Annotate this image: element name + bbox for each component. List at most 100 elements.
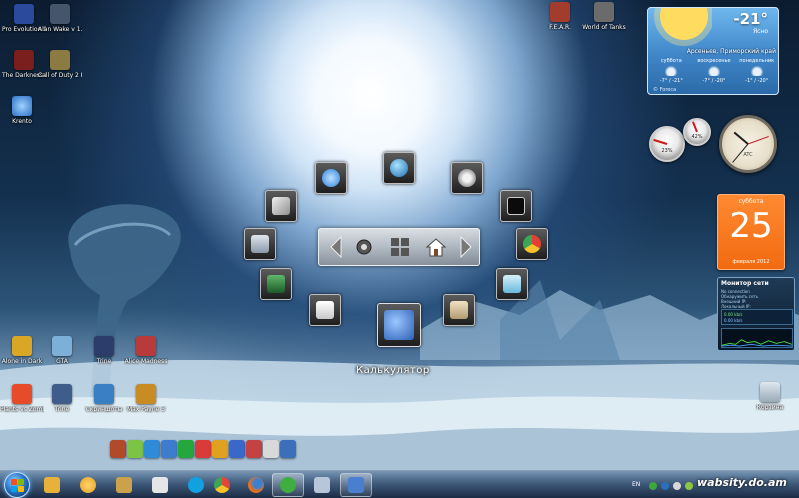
desktop-icon-cod2[interactable]: Call of Duty 2 Enhanced E... [38, 50, 82, 79]
dock-app-icon[interactable] [229, 440, 245, 458]
weather-source: © Foreca [653, 87, 677, 93]
folder-icon [44, 477, 60, 493]
calendar-day-number: 25 [729, 206, 773, 246]
taskbar-app[interactable] [306, 473, 338, 497]
desktop-icon-screenshots[interactable]: Скриншоты [82, 384, 126, 413]
launcher-picture[interactable] [260, 268, 292, 300]
desktop-icon-alan-wake[interactable]: Alan Wake v 1.00.16.12... [38, 4, 82, 33]
language-indicator[interactable]: EN [632, 481, 640, 488]
game-icon [550, 2, 570, 22]
taskbar-window[interactable] [340, 473, 372, 497]
launcher-prev-button[interactable] [321, 233, 351, 261]
dock-app-icon[interactable] [144, 440, 160, 458]
arrow-right-icon [460, 236, 472, 258]
desktop-icon-recycle-bin[interactable]: Корзина [748, 382, 792, 411]
launcher-document[interactable] [309, 294, 341, 326]
desktop-icon-krento[interactable]: Krento [0, 96, 44, 125]
game-icon [50, 4, 70, 24]
launcher-tools[interactable] [265, 190, 297, 222]
gear-icon [458, 169, 476, 187]
start-button[interactable] [4, 472, 30, 498]
tray-security-icon[interactable] [685, 482, 693, 490]
network-monitor-title: Монитор сети [721, 280, 769, 287]
launcher-settings-button[interactable] [349, 233, 379, 261]
network-speed-panel: 0.00 kb/s 0.00 kb/s [721, 309, 793, 325]
dock-app-icon[interactable] [178, 440, 194, 458]
game-icon [14, 50, 34, 70]
desktop-icon-plants-vs-zombies[interactable]: Plants vs Zombies [0, 384, 44, 413]
desktop-icon-label: Trine [54, 406, 70, 413]
desktop-icon-alone-in-dark[interactable]: Alone in Dark [0, 336, 44, 365]
desktop-icon-label: Корзина [756, 404, 784, 411]
home-icon [425, 238, 447, 257]
game-icon [14, 4, 34, 24]
gear-icon [356, 239, 372, 255]
launcher-chrome[interactable] [516, 228, 548, 260]
taskbar-chrome[interactable] [206, 473, 238, 497]
network-monitor-gadget[interactable]: Монитор сети No connection Обнаружить се… [717, 277, 795, 351]
launcher-terminal[interactable] [500, 190, 532, 222]
weather-gadget[interactable]: -21° Ясно Арсеньев, Приморский край субб… [647, 7, 779, 95]
notes-icon [503, 275, 521, 293]
dock-app-icon[interactable] [246, 440, 262, 458]
network-upload: 0.00 kb/s [724, 318, 743, 323]
tray-network-icon[interactable] [661, 482, 669, 490]
tray-utorrent-icon[interactable] [649, 482, 657, 490]
dock-app-icon[interactable] [212, 440, 228, 458]
dock-app-icon[interactable] [195, 440, 211, 458]
desktop-icon-label: F.E.A.R. [549, 24, 571, 31]
launcher-grid-button[interactable] [385, 233, 415, 261]
desktop-icon-fear[interactable]: F.E.A.R. [538, 2, 582, 31]
globe-icon [390, 159, 408, 177]
network-download: 0.00 kb/s [724, 312, 743, 317]
weather-location: Арсеньев, Приморский край [686, 48, 776, 55]
document-icon [152, 477, 168, 493]
watermark: wabsity.do.am [697, 476, 787, 489]
desktop-icon-max-payne[interactable]: Max Payne 3 [124, 384, 168, 413]
launcher-settings[interactable] [451, 162, 483, 194]
desktop-icon-world-of-tanks[interactable]: World of Tanks [582, 2, 626, 31]
launcher-home-button[interactable] [421, 233, 451, 261]
launcher-paint[interactable] [443, 294, 475, 326]
desktop-icon-trine[interactable]: Trine [82, 336, 126, 365]
forecast-day-name: воскресенье [697, 58, 731, 64]
launcher-caption: Калькулятор [356, 365, 430, 376]
desktop-icon-gta[interactable]: GTA [40, 336, 84, 365]
taskbar-explorer[interactable] [36, 473, 68, 497]
picture-icon [267, 275, 285, 293]
desktop-icon-trine-2[interactable]: Trine [40, 384, 84, 413]
ram-gauge: 42% [683, 118, 711, 146]
taskbar-firefox[interactable] [240, 473, 272, 497]
taskbar-docs[interactable] [144, 473, 176, 497]
snow-icon [664, 66, 679, 76]
launcher-ie[interactable] [315, 162, 347, 194]
taskbar-player[interactable] [72, 473, 104, 497]
calendar-day-of-week: суббота [738, 198, 764, 205]
dock-app-icon[interactable] [110, 440, 126, 458]
folder-icon [94, 384, 114, 404]
game-icon [52, 336, 72, 356]
desktop-icon-label: Alice Madness [124, 358, 168, 365]
dock-app-icon[interactable] [263, 440, 279, 458]
launcher-network[interactable] [383, 152, 415, 184]
forecast-temp: -1° / -20° [745, 78, 769, 84]
launcher-control-panel[interactable] [244, 228, 276, 260]
desktop-icon-alice[interactable]: Alice Madness [124, 336, 168, 365]
clock-brand: ATC [743, 152, 753, 158]
calendar-gadget[interactable]: суббота 25 февраля 2012 [717, 194, 785, 270]
tray-volume-icon[interactable] [673, 482, 681, 490]
launcher-notes[interactable] [496, 268, 528, 300]
snow-icon [707, 66, 721, 76]
dock-app-icon[interactable] [127, 440, 143, 458]
game-icon [12, 384, 32, 404]
dock-app-icon[interactable] [161, 440, 177, 458]
launcher-calculator[interactable] [377, 303, 421, 347]
clock-gadget[interactable]: ATC [719, 115, 777, 173]
snow-icon [749, 66, 764, 76]
ram-value: 42% [691, 133, 703, 140]
taskbar-tool[interactable] [108, 473, 140, 497]
taskbar-chat[interactable] [272, 473, 304, 497]
launcher-next-button[interactable] [451, 233, 481, 261]
game-icon [12, 336, 32, 356]
dock-app-icon[interactable] [280, 440, 296, 458]
